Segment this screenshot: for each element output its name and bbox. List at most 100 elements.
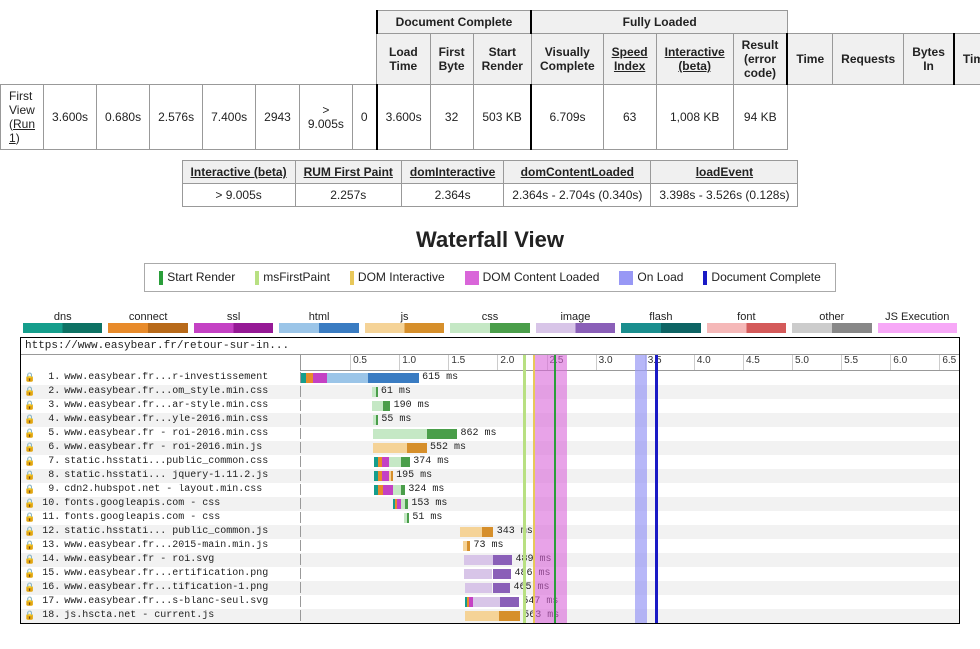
cell: 2.364s — [401, 184, 503, 207]
duration-label: 615 ms — [422, 372, 458, 383]
waterfall-row[interactable]: 🔒15.www.easybear.fr...ertification.png48… — [21, 567, 959, 581]
duration-label: 374 ms — [413, 456, 449, 467]
col-header: Bytes In — [904, 34, 954, 85]
waterfall-row[interactable]: 🔒16.www.easybear.fr...tification-1.png46… — [21, 581, 959, 595]
type-legend-item: css — [450, 311, 529, 333]
doc-complete-group: Document Complete — [377, 11, 532, 34]
type-legend-item: dns — [23, 311, 102, 333]
lock-icon: 🔒 — [24, 457, 35, 467]
cell: 32 — [430, 85, 473, 150]
type-legend-item: js — [365, 311, 444, 333]
lock-icon: 🔒 — [24, 443, 35, 453]
duration-label: 465 ms — [513, 582, 549, 593]
legend-item: Document Complete — [695, 268, 828, 287]
waterfall-row[interactable]: 🔒7.static.hsstati...public_common.css374… — [21, 455, 959, 469]
waterfall-row[interactable]: 🔒12.static.hsstati... public_common.js34… — [21, 525, 959, 539]
summary-table: Document Complete Fully Loaded Load Time… — [0, 10, 980, 150]
waterfall-row[interactable]: 🔒18.js.hscta.net - current.js563 ms — [21, 609, 959, 623]
cell: 3.600s — [377, 85, 431, 150]
cell: 94 KB — [733, 85, 787, 150]
type-legend-item: html — [279, 311, 358, 333]
cell: 2.576s — [150, 85, 203, 150]
cell: 1,008 KB — [656, 85, 733, 150]
timeline-axis: 0.51.01.52.02.53.03.54.04.55.05.56.06.5 — [301, 355, 959, 371]
first-view-label: First View (Run 1) — [1, 85, 44, 150]
col-header: Result (error code) — [733, 34, 787, 85]
col-header: Time — [787, 34, 832, 85]
waterfall-row[interactable]: 🔒10.fonts.googleapis.com - css153 ms — [21, 497, 959, 511]
duration-label: 61 ms — [381, 386, 411, 397]
waterfall-row[interactable]: 🔒14.www.easybear.fr - roi.svg489 ms — [21, 553, 959, 567]
duration-label: 343 ms — [497, 526, 533, 537]
legend-item: On Load — [611, 268, 691, 287]
lock-icon: 🔒 — [24, 527, 35, 537]
lock-icon: 🔒 — [24, 401, 35, 411]
lock-icon: 🔒 — [24, 541, 35, 551]
col-header: loadEvent — [651, 161, 798, 184]
lock-icon: 🔒 — [24, 583, 35, 593]
waterfall-row[interactable]: 🔒11.fonts.googleapis.com - css51 ms — [21, 511, 959, 525]
type-legend-item: font — [707, 311, 786, 333]
cell: 63 — [603, 85, 656, 150]
type-legend: dnsconnectsslhtmljscssimageflashfontothe… — [0, 307, 980, 337]
lock-icon: 🔒 — [24, 373, 35, 383]
col-header: domContentLoaded — [504, 161, 651, 184]
timing-table: Interactive (beta)RUM First PaintdomInte… — [182, 160, 799, 207]
col-header: Start Render — [473, 34, 531, 85]
waterfall-chart: https://www.easybear.fr/retour-sur-in...… — [20, 337, 960, 624]
cell: 0.680s — [97, 85, 150, 150]
lock-icon: 🔒 — [24, 499, 35, 509]
col-header: First Byte — [430, 34, 473, 85]
lock-icon: 🔒 — [24, 415, 35, 425]
lock-icon: 🔒 — [24, 513, 35, 523]
duration-label: 486 ms — [514, 568, 550, 579]
lock-icon: 🔒 — [24, 485, 35, 495]
cell: 0 — [352, 85, 376, 150]
legend-item: msFirstPaint — [247, 268, 338, 287]
waterfall-row[interactable]: 🔒1.www.easybear.fr...r-investissement615… — [21, 371, 959, 385]
legend-item: Start Render — [151, 268, 243, 287]
lock-icon: 🔒 — [24, 569, 35, 579]
duration-label: 73 ms — [474, 540, 504, 551]
waterfall-row[interactable]: 🔒13.www.easybear.fr...2015-main.min.js73… — [21, 539, 959, 553]
legend-item: DOM Content Loaded — [457, 268, 608, 287]
duration-label: 195 ms — [396, 470, 432, 481]
waterfall-row[interactable]: 🔒6.www.easybear.fr - roi-2016.min.js552 … — [21, 441, 959, 455]
cell: 2.257s — [295, 184, 401, 207]
lock-icon: 🔒 — [24, 471, 35, 481]
run-link[interactable]: Run 1 — [9, 117, 35, 145]
waterfall-row[interactable]: 🔒4.www.easybear.fr...yle-2016.min.css55 … — [21, 413, 959, 427]
duration-label: 324 ms — [408, 484, 444, 495]
duration-label: 552 ms — [430, 442, 466, 453]
duration-label: 153 ms — [411, 498, 447, 509]
cell: > 9.005s — [182, 184, 295, 207]
type-legend-item: other — [792, 311, 871, 333]
cell: 3.398s - 3.526s (0.128s) — [651, 184, 798, 207]
type-legend-item: ssl — [194, 311, 273, 333]
duration-label: 862 ms — [460, 428, 496, 439]
duration-label: 547 ms — [522, 596, 558, 607]
waterfall-row[interactable]: 🔒3.www.easybear.fr...ar-style.min.css190… — [21, 399, 959, 413]
waterfall-row[interactable]: 🔒2.www.easybear.fr...om_style.min.css61 … — [21, 385, 959, 399]
lock-icon: 🔒 — [24, 555, 35, 565]
col-header: Load Time — [377, 34, 431, 85]
cell: 503 KB — [473, 85, 531, 150]
lock-icon: 🔒 — [24, 611, 35, 621]
col-header: Visually Complete — [531, 34, 603, 85]
col-header: Time — [954, 34, 980, 85]
col-header: RUM First Paint — [295, 161, 401, 184]
waterfall-row[interactable]: 🔒9.cdn2.hubspot.net - layout.min.css324 … — [21, 483, 959, 497]
lock-icon: 🔒 — [24, 387, 35, 397]
col-header: domInteractive — [401, 161, 503, 184]
type-legend-item: JS Execution — [878, 311, 957, 333]
lock-icon: 🔒 — [24, 597, 35, 607]
cell: 6.709s — [531, 85, 603, 150]
waterfall-row[interactable]: 🔒8.static.hsstati... jquery-1.11.2.js195… — [21, 469, 959, 483]
waterfall-row[interactable]: 🔒5.www.easybear.fr - roi-2016.min.css862… — [21, 427, 959, 441]
type-legend-item: flash — [621, 311, 700, 333]
cell: 3.600s — [44, 85, 97, 150]
waterfall-row[interactable]: 🔒17.www.easybear.fr...s-blanc-seul.svg54… — [21, 595, 959, 609]
chart-url: https://www.easybear.fr/retour-sur-in... — [21, 338, 959, 355]
waterfall-title: Waterfall View — [0, 227, 980, 253]
cell: > 9.005s — [299, 85, 352, 150]
